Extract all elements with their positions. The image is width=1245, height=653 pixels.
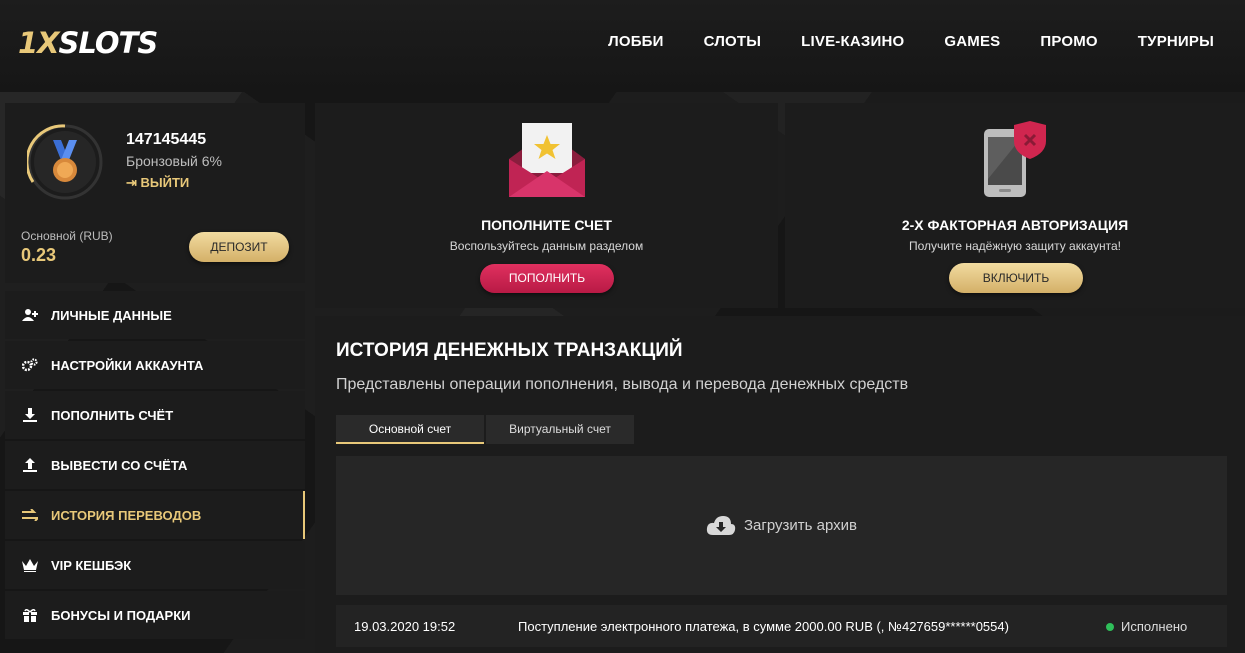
- gears-icon: [21, 358, 39, 372]
- logout-icon: ⇥: [126, 175, 141, 190]
- history-subtitle: Представлены операции пополнения, вывода…: [336, 376, 909, 393]
- deposit-promo-card: ПОПОЛНИТЕ СЧЕТ Воспользуйтесь данным раз…: [315, 103, 778, 308]
- nav-promo[interactable]: ПРОМО: [1040, 33, 1097, 50]
- menu-item-transfer-history[interactable]: ИСТОРИЯ ПЕРЕВОДОВ: [5, 491, 305, 539]
- gift-icon: [21, 608, 39, 622]
- menu-item-bonuses[interactable]: БОНУСЫ И ПОДАРКИ: [5, 591, 305, 639]
- nav-live-casino[interactable]: LIVE-КАЗИНО: [801, 33, 904, 50]
- transaction-status: Исполнено: [1121, 619, 1188, 634]
- two-factor-card: 2-Х ФАКТОРНАЯ АВТОРИЗАЦИЯ Получите надёж…: [785, 103, 1245, 308]
- menu-item-vip-cashback[interactable]: VIP КЕШБЭК: [5, 541, 305, 589]
- nav-tournaments[interactable]: ТУРНИРЫ: [1138, 33, 1214, 50]
- download-archive-button[interactable]: Загрузить архив: [336, 456, 1227, 595]
- top-header: 1XSLOTS ЛОББИ СЛОТЫ LIVE-КАЗИНО GAMES ПР…: [0, 0, 1245, 92]
- balance-value: 0.23: [21, 245, 57, 265]
- crown-icon: [21, 558, 39, 572]
- user-id: 147145445: [126, 131, 207, 148]
- two-factor-subtitle: Получите надёжную защиту аккаунта!: [908, 239, 1121, 253]
- transaction-date: 19.03.2020 19:52: [354, 619, 456, 634]
- topup-button[interactable]: ПОПОЛНИТЬ: [480, 264, 614, 293]
- transaction-row: 19.03.2020 19:52 Поступление электронног…: [336, 605, 1227, 647]
- nav-lobby[interactable]: ЛОББИ: [608, 33, 664, 50]
- nav-games[interactable]: GAMES: [944, 33, 1000, 50]
- user-plus-icon: [21, 308, 39, 322]
- upload-icon: [21, 458, 39, 472]
- transfer-arrows-icon: [21, 509, 39, 521]
- menu-item-withdraw[interactable]: ВЫВЕСТИ СО СЧЁТА: [5, 441, 305, 489]
- two-factor-title: 2-Х ФАКТОРНАЯ АВТОРИЗАЦИЯ: [901, 217, 1129, 233]
- cloud-download-icon: [706, 515, 736, 537]
- history-title: ИСТОРИЯ ДЕНЕЖНЫХ ТРАНЗАКЦИЙ: [336, 340, 683, 361]
- phone-shield-icon: [984, 121, 1046, 197]
- nav-slots[interactable]: СЛОТЫ: [704, 33, 762, 50]
- account-menu: ЛИЧНЫЕ ДАННЫЕ НАСТРОЙКИ АККАУНТА ПОПОЛНИ…: [5, 291, 305, 641]
- enable-2fa-button[interactable]: ВКЛЮЧИТЬ: [949, 263, 1083, 293]
- tab-virtual-account[interactable]: Виртуальный счет: [486, 415, 634, 444]
- logout-link[interactable]: ⇥ ВЫЙТИ: [126, 175, 189, 191]
- envelope-star-icon: [508, 123, 585, 197]
- user-rank: Бронзовый 6%: [126, 153, 222, 169]
- menu-item-deposit[interactable]: ПОПОЛНИТЬ СЧЁТ: [5, 391, 305, 439]
- account-tabs: Основной счет Виртуальный счет: [336, 415, 636, 444]
- download-icon: [21, 408, 39, 422]
- bronze-medal-icon: [27, 124, 103, 200]
- menu-item-personal-data[interactable]: ЛИЧНЫЕ ДАННЫЕ: [5, 291, 305, 339]
- profile-panel: 147145445 Бронзовый 6% ⇥ ВЫЙТИ Основной …: [5, 103, 305, 283]
- menu-item-account-settings[interactable]: НАСТРОЙКИ АККАУНТА: [5, 341, 305, 389]
- deposit-card-title: ПОПОЛНИТЕ СЧЕТ: [481, 217, 612, 233]
- balance-label: Основной (RUB): [21, 229, 113, 243]
- deposit-card-subtitle: Воспользуйтесь данным разделом: [449, 239, 644, 253]
- status-dot-icon: [1106, 623, 1114, 631]
- logo[interactable]: 1XSLOTS: [18, 26, 158, 60]
- transaction-history-panel: ИСТОРИЯ ДЕНЕЖНЫХ ТРАНЗАКЦИЙ Представлены…: [315, 316, 1245, 653]
- transaction-description: Поступление электронного платежа, в сумм…: [518, 619, 1009, 634]
- tab-main-account[interactable]: Основной счет: [336, 415, 484, 444]
- deposit-button[interactable]: ДЕПОЗИТ: [189, 232, 289, 262]
- main-nav: ЛОББИ СЛОТЫ LIVE-КАЗИНО GAMES ПРОМО ТУРН…: [568, 33, 1214, 50]
